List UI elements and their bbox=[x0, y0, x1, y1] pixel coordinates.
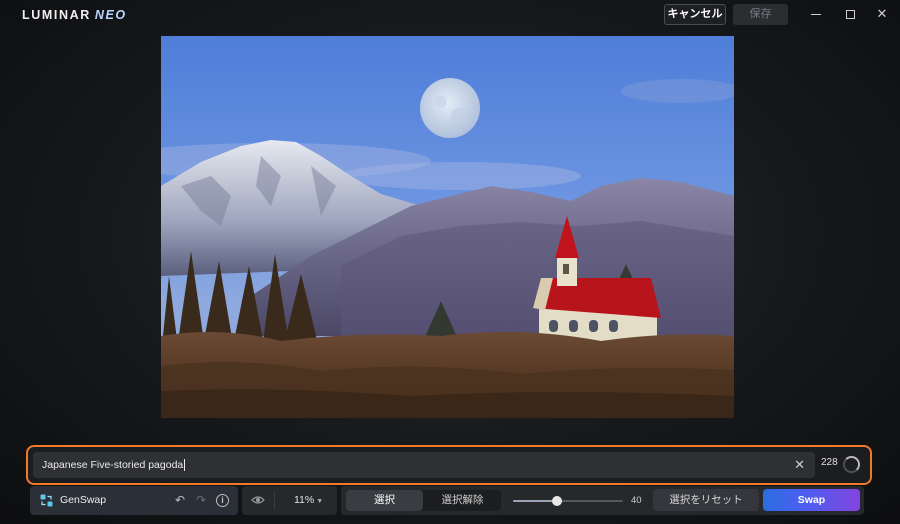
close-icon: ✕ bbox=[876, 6, 888, 21]
text-caret bbox=[184, 459, 186, 472]
slider-thumb[interactable] bbox=[552, 496, 562, 506]
zoom-dropdown[interactable]: 11% ▼ bbox=[294, 494, 323, 506]
logo-accent: NEO bbox=[94, 8, 127, 22]
deselect-mode-button[interactable]: 選択解除 bbox=[424, 490, 501, 511]
photo-canvas[interactable] bbox=[161, 36, 734, 418]
redo-icon[interactable]: ↷ bbox=[194, 492, 208, 508]
photo-image bbox=[161, 36, 734, 418]
minimize-button[interactable] bbox=[808, 6, 824, 22]
swap-button[interactable]: Swap bbox=[763, 489, 860, 511]
eye-icon[interactable] bbox=[251, 495, 265, 505]
prompt-text: Japanese Five-storied pagoda bbox=[42, 459, 184, 471]
save-button[interactable]: 保存 bbox=[733, 4, 788, 25]
chevron-down-icon: ▼ bbox=[316, 498, 324, 505]
minimize-icon bbox=[811, 14, 821, 16]
slider-fill bbox=[513, 500, 557, 502]
reset-selection-button[interactable]: 選択をリセット bbox=[653, 489, 759, 511]
divider bbox=[274, 491, 275, 510]
app-logo: LUMINAR NEO bbox=[22, 8, 127, 22]
view-panel: 11% ▼ bbox=[242, 486, 337, 515]
prompt-input[interactable]: Japanese Five-storied pagoda ✕ bbox=[33, 452, 815, 478]
select-mode-button[interactable]: 選択 bbox=[346, 490, 423, 511]
selection-panel: 選択 選択解除 40 選択をリセット Swap bbox=[341, 486, 864, 515]
tool-name: GenSwap bbox=[60, 494, 107, 506]
maximize-icon bbox=[845, 10, 855, 20]
spinner-icon bbox=[843, 456, 860, 473]
close-icon: ✕ bbox=[794, 457, 805, 472]
info-icon[interactable]: i bbox=[216, 494, 229, 507]
bottom-toolbar: GenSwap ↶ ↷ i 11% ▼ 選択 選択解除 40 選択をリセット Sw… bbox=[0, 486, 900, 516]
undo-icon[interactable]: ↶ bbox=[173, 492, 187, 508]
selection-mode-toggle: 選択 選択解除 bbox=[346, 490, 501, 511]
cancel-button[interactable]: キャンセル bbox=[664, 4, 726, 25]
genswap-prompt-bar: Japanese Five-storied pagoda ✕ 228 bbox=[26, 445, 872, 485]
genswap-icon bbox=[40, 494, 53, 507]
genswap-panel: GenSwap ↶ ↷ i bbox=[30, 486, 238, 515]
maximize-button[interactable] bbox=[842, 6, 858, 22]
clear-prompt-button[interactable]: ✕ bbox=[794, 452, 805, 478]
title-bar: LUMINAR NEO キャンセル 保存 ✕ bbox=[0, 0, 900, 30]
zoom-value: 11% bbox=[294, 494, 315, 506]
brush-size-slider[interactable] bbox=[513, 496, 623, 506]
window-close-button[interactable]: ✕ bbox=[874, 6, 890, 22]
brush-size-value: 40 bbox=[631, 495, 642, 506]
logo-text: LUMINAR bbox=[22, 8, 91, 22]
generation-count: 228 bbox=[821, 457, 838, 468]
